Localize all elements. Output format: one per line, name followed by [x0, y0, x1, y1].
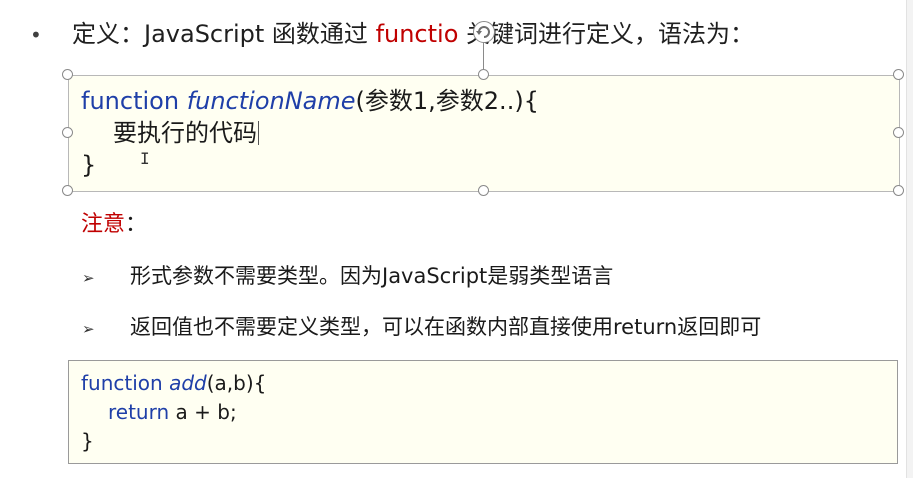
example-function-name: add — [169, 371, 207, 395]
example-return-expr: a + b; — [169, 400, 237, 424]
syntax-params: (参数1,参数2..){ — [355, 87, 539, 115]
note-heading: 注意： — [81, 211, 147, 239]
note-point-1: 形式参数不需要类型。因为JavaScript是弱类型语言 — [130, 264, 614, 288]
syntax-body: 要执行的代码 — [113, 119, 257, 147]
syntax-line-3: } — [81, 149, 539, 181]
note-colon: ： — [125, 212, 148, 237]
definition-suffix: 关键词进行定义，语法为： — [458, 20, 755, 48]
resize-handle-top-center[interactable] — [478, 69, 489, 80]
example-line-1: function add(a,b){ — [81, 369, 266, 398]
syntax-close-brace: } — [81, 151, 97, 179]
resize-handle-middle-right[interactable] — [893, 127, 904, 138]
example-keyword: function — [81, 371, 163, 395]
definition-keyword: functio — [375, 20, 459, 48]
text-caret — [258, 121, 259, 145]
definition-prefix: 定义：JavaScript 函数通过 — [72, 20, 376, 48]
scrollbar-strip[interactable] — [906, 0, 913, 478]
arrow-bullet-icon: ➢ — [82, 269, 95, 287]
text-cursor-icon: I — [140, 149, 150, 168]
note-point-2: 返回值也不需要定义类型，可以在函数内部直接使用return返回即可 — [130, 315, 762, 339]
syntax-line-1: function functionName(参数1,参数2..){ — [81, 85, 539, 117]
example-params: (a,b){ — [206, 371, 267, 395]
syntax-function-name: functionName — [186, 87, 356, 115]
note-label: 注意 — [81, 212, 126, 237]
resize-handle-middle-left[interactable] — [62, 127, 73, 138]
example-close-brace: } — [81, 429, 94, 453]
resize-handle-bottom-center[interactable] — [478, 185, 489, 196]
arrow-bullet-icon: ➢ — [82, 320, 95, 338]
syntax-keyword: function — [81, 87, 180, 115]
resize-handle-bottom-right[interactable] — [893, 185, 904, 196]
example-code-box[interactable]: function add(a,b){ return a + b; } — [68, 360, 898, 464]
rotate-handle-icon[interactable] — [473, 21, 495, 43]
resize-handle-top-right[interactable] — [893, 69, 904, 80]
syntax-code: function functionName(参数1,参数2..){ 要执行的代码… — [81, 85, 539, 181]
syntax-line-2: 要执行的代码 — [81, 117, 539, 149]
syntax-code-box[interactable]: function functionName(参数1,参数2..){ 要执行的代码… — [68, 75, 900, 192]
definition-heading: 定义：JavaScript 函数通过 functio 关键词进行定义，语法为： — [72, 19, 754, 49]
resize-handle-top-left[interactable] — [62, 69, 73, 80]
bullet-marker: • — [30, 23, 42, 47]
resize-handle-bottom-left[interactable] — [62, 185, 73, 196]
example-line-2: return a + b; — [81, 398, 266, 427]
example-return-keyword: return — [108, 400, 170, 424]
example-code: function add(a,b){ return a + b; } — [81, 369, 266, 456]
example-line-3: } — [81, 427, 266, 456]
